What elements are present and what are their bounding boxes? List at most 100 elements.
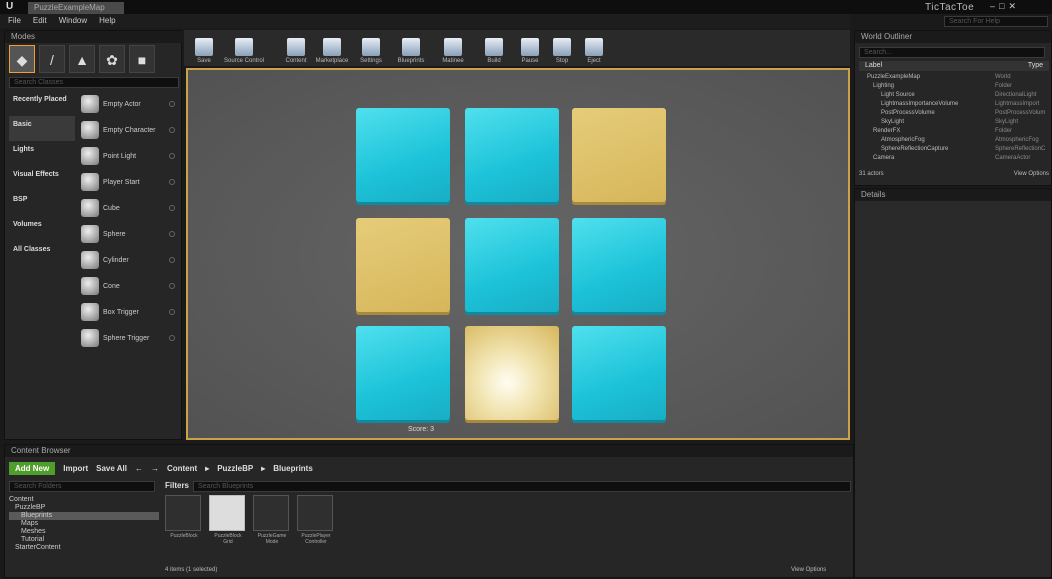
- search-classes-input[interactable]: Search Classes: [9, 77, 179, 88]
- breadcrumb-content[interactable]: Content: [167, 464, 197, 473]
- info-icon[interactable]: [169, 101, 175, 107]
- tree-node-tutorial[interactable]: Tutorial: [9, 536, 159, 544]
- search-assets-input[interactable]: Search Blueprints: [193, 481, 851, 492]
- list-item[interactable]: Empty Actor: [77, 91, 181, 117]
- stop-button[interactable]: Stop: [546, 30, 578, 66]
- tree-node-blueprints[interactable]: Blueprints: [9, 512, 159, 520]
- table-row[interactable]: Lighting Folder: [859, 82, 1049, 91]
- outliner-search-input[interactable]: Search...: [859, 47, 1045, 58]
- tree-node-maps[interactable]: Maps: [9, 520, 159, 528]
- marketplace-button[interactable]: Marketplace: [312, 30, 352, 66]
- puzzle-tile-blue[interactable]: [572, 326, 666, 420]
- info-icon[interactable]: [169, 283, 175, 289]
- category-recently-placed[interactable]: Recently Placed: [9, 91, 75, 116]
- table-row[interactable]: RenderFX Folder: [859, 127, 1049, 136]
- puzzle-tile-blue[interactable]: [356, 326, 450, 420]
- save-button[interactable]: Save: [188, 30, 220, 66]
- list-item[interactable]: Cylinder: [77, 247, 181, 273]
- info-icon[interactable]: [169, 257, 175, 263]
- category-volumes[interactable]: Volumes: [9, 216, 75, 241]
- puzzle-tile-glow[interactable]: [465, 326, 559, 420]
- list-item[interactable]: Cone: [77, 273, 181, 299]
- puzzle-tile-blue[interactable]: [356, 108, 450, 202]
- list-item[interactable]: Player Start: [77, 169, 181, 195]
- close-icon[interactable]: ✕: [1008, 1, 1016, 12]
- puzzle-tile-gold[interactable]: [356, 218, 450, 312]
- table-row[interactable]: SkyLight SkyLight: [859, 118, 1049, 127]
- pause-button[interactable]: Pause: [514, 30, 546, 66]
- search-folders-input[interactable]: Search Folders: [9, 481, 155, 492]
- puzzle-tile-gold[interactable]: [572, 108, 666, 202]
- tree-node-puzzlebp[interactable]: PuzzleBP: [9, 504, 159, 512]
- geometry-mode-icon[interactable]: ■: [129, 45, 155, 73]
- source-control-button[interactable]: Source Control: [220, 30, 268, 66]
- level-tab[interactable]: PuzzleExampleMap: [28, 2, 124, 14]
- category-visual-effects[interactable]: Visual Effects: [9, 166, 75, 191]
- asset-tile[interactable]: PuzzlePlayer Controller: [297, 495, 335, 545]
- breadcrumb-puzzlebp[interactable]: PuzzleBP: [217, 464, 253, 473]
- list-item[interactable]: Point Light: [77, 143, 181, 169]
- menu-window[interactable]: Window: [59, 14, 87, 28]
- tree-node-meshes[interactable]: Meshes: [9, 528, 159, 536]
- matinee-button[interactable]: Matinee: [432, 30, 474, 66]
- table-row[interactable]: AtmosphericFog AtmosphericFog: [859, 136, 1049, 145]
- info-icon[interactable]: [169, 335, 175, 341]
- list-item[interactable]: Empty Character: [77, 117, 181, 143]
- info-icon[interactable]: [169, 127, 175, 133]
- tree-node-content[interactable]: Content: [9, 496, 159, 504]
- forward-icon[interactable]: →: [151, 464, 159, 473]
- table-row[interactable]: Light Source DirectionalLight: [859, 91, 1049, 100]
- puzzle-tile-blue[interactable]: [465, 218, 559, 312]
- blueprints-button[interactable]: Blueprints: [390, 30, 432, 66]
- import-button[interactable]: Import: [63, 464, 88, 473]
- table-row[interactable]: PostProcessVolume PostProcessVolum: [859, 109, 1049, 118]
- save-all-button[interactable]: Save All: [96, 464, 127, 473]
- content-view-options[interactable]: View Options: [791, 567, 826, 573]
- level-viewport[interactable]: Score: 3: [186, 68, 850, 440]
- menu-edit[interactable]: Edit: [33, 14, 47, 28]
- info-icon[interactable]: [169, 231, 175, 237]
- category-all-classes[interactable]: All Classes: [9, 241, 75, 266]
- list-item[interactable]: Box Trigger: [77, 299, 181, 325]
- maximize-icon[interactable]: □: [999, 1, 1004, 12]
- category-lights[interactable]: Lights: [9, 141, 75, 166]
- puzzle-tile-blue[interactable]: [572, 218, 666, 312]
- back-icon[interactable]: ←: [135, 464, 143, 473]
- info-icon[interactable]: [169, 309, 175, 315]
- foliage-mode-icon[interactable]: ✿: [99, 45, 125, 73]
- column-type[interactable]: Type: [1028, 61, 1043, 71]
- table-row[interactable]: SphereReflectionCapture SphereReflectionC: [859, 145, 1049, 154]
- help-search-input[interactable]: Search For Help: [944, 16, 1048, 27]
- asset-tile[interactable]: PuzzleBlock Grid: [209, 495, 247, 545]
- filters-button[interactable]: Filters: [165, 481, 189, 492]
- build-button[interactable]: Build: [474, 30, 514, 66]
- column-label[interactable]: Label: [865, 61, 882, 71]
- menu-help[interactable]: Help: [99, 14, 115, 28]
- asset-tile[interactable]: PuzzleBlock: [165, 495, 203, 545]
- outliner-view-options[interactable]: View Options: [1014, 171, 1049, 177]
- tree-node-startercontent[interactable]: StarterContent: [9, 544, 159, 552]
- table-row[interactable]: PuzzleExampleMap World: [859, 73, 1049, 82]
- add-new-button[interactable]: Add New: [9, 461, 56, 475]
- place-mode-icon[interactable]: ◆: [9, 45, 35, 73]
- paint-mode-icon[interactable]: /: [39, 45, 65, 73]
- info-icon[interactable]: [169, 153, 175, 159]
- eject-button[interactable]: Eject: [578, 30, 610, 66]
- category-basic[interactable]: Basic: [9, 116, 75, 141]
- list-item[interactable]: Cube: [77, 195, 181, 221]
- puzzle-tile-blue[interactable]: [465, 108, 559, 202]
- content-button[interactable]: Content: [280, 30, 312, 66]
- table-row[interactable]: LightmassImportanceVolume LightmassImport: [859, 100, 1049, 109]
- viewport-scene[interactable]: Score: 3: [188, 70, 848, 438]
- info-icon[interactable]: [169, 205, 175, 211]
- list-item[interactable]: Sphere: [77, 221, 181, 247]
- minimize-icon[interactable]: –: [990, 1, 995, 12]
- menu-file[interactable]: File: [8, 14, 21, 28]
- category-bsp[interactable]: BSP: [9, 191, 75, 216]
- settings-button[interactable]: Settings: [352, 30, 390, 66]
- landscape-mode-icon[interactable]: ▲: [69, 45, 95, 73]
- breadcrumb-blueprints[interactable]: Blueprints: [273, 464, 313, 473]
- asset-tile[interactable]: PuzzleGame Mode: [253, 495, 291, 545]
- info-icon[interactable]: [169, 179, 175, 185]
- table-row[interactable]: Camera CameraActor: [859, 154, 1049, 163]
